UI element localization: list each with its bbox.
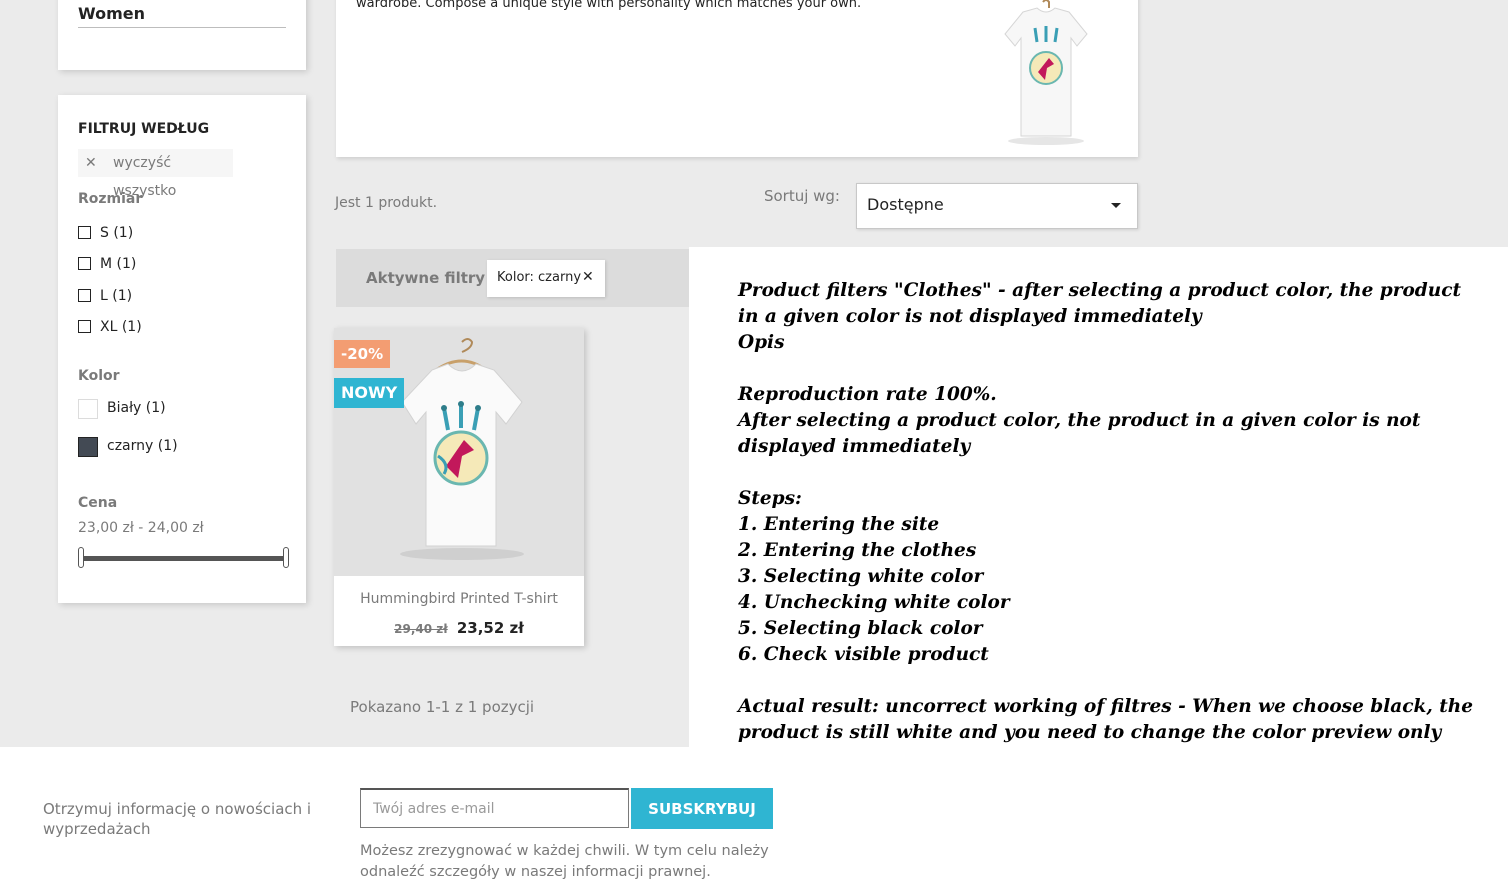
checkbox[interactable]	[78, 257, 91, 270]
category-banner: wardrobe. Compose a unique style with pe…	[336, 0, 1138, 157]
facet-title-color: Kolor	[78, 368, 120, 384]
clear-all-button[interactable]: ✕ wyczyść wszystko	[78, 149, 233, 199]
bug-report-text: Product filters "Clothes" - after select…	[738, 278, 1478, 772]
tshirt-image	[1004, 0, 1088, 145]
annotation-line: 1. Entering the site	[738, 514, 940, 535]
caret-down-icon	[1111, 203, 1121, 208]
filters-title: FILTRUJ WEDŁUG	[78, 121, 210, 137]
price-slider-handle-min[interactable]	[78, 547, 84, 568]
annotation-line: Reproduction rate 100%.	[738, 384, 997, 405]
regular-price: 29,40 zł	[394, 622, 448, 636]
active-filter-chip: Kolor: czarny ✕	[487, 260, 605, 297]
active-filters-label: Aktywne filtry	[366, 269, 486, 287]
checkbox[interactable]	[78, 320, 91, 333]
price-range-text: 23,00 zł - 24,00 zł	[78, 520, 204, 536]
newsletter-text: Otrzymuj informację o nowościach i wyprz…	[43, 800, 312, 838]
product-title[interactable]: Hummingbird Printed T-shirt	[334, 591, 584, 607]
sort-dropdown[interactable]: Dostępne	[856, 183, 1138, 229]
color-swatch-white[interactable]	[78, 399, 98, 419]
size-option-label: S (1)	[100, 225, 134, 241]
checkbox[interactable]	[78, 289, 91, 302]
annotation-line: 3. Selecting white color	[738, 566, 984, 587]
product-prices: 29,40 zł 23,52 zł	[334, 618, 584, 637]
price-slider-handle-max[interactable]	[283, 547, 289, 568]
sort-label: Sortuj wg:	[763, 187, 840, 205]
color-swatch-black[interactable]	[78, 437, 98, 457]
annotation-line: After selecting a product color, the pro…	[738, 410, 1421, 457]
active-filter-chip-label: Kolor: czarny	[497, 270, 582, 285]
pagination-summary: Pokazano 1-1 z 1 pozycji	[350, 698, 535, 716]
annotation-line: Product filters "Clothes" - after select…	[738, 280, 1461, 327]
size-option-label: L (1)	[100, 288, 133, 304]
annotation-line: 5. Selecting black color	[738, 618, 983, 639]
price: 23,52 zł	[456, 619, 524, 637]
sort-selected-value: Dostępne	[867, 195, 944, 214]
category-description: wardrobe. Compose a unique style with pe…	[356, 0, 862, 11]
annotation-line: 4. Unchecking white color	[738, 592, 1010, 613]
checkbox[interactable]	[78, 226, 91, 239]
size-option-label: XL (1)	[100, 319, 142, 335]
facet-title-size: Rozmiar	[78, 191, 143, 207]
newsletter-footer: Otrzymuj informację o nowościach i wyprz…	[0, 747, 1508, 895]
annotation-line: 2. Entering the clothes	[738, 540, 977, 561]
annotation-line: 6. Check visible product	[738, 644, 989, 665]
bug-report-annotation: Product filters "Clothes" - after select…	[689, 247, 1508, 777]
active-filters-bar: Aktywne filtry Kolor: czarny ✕	[336, 249, 689, 307]
close-icon[interactable]: ✕	[582, 269, 594, 285]
color-option-label: czarny (1)	[107, 438, 178, 454]
subscribe-button[interactable]: SUBSKRYBUJ	[631, 788, 773, 829]
new-badge: NOWY	[334, 378, 405, 408]
color-option-label: Biały (1)	[107, 400, 166, 416]
category-link-women[interactable]: Women	[78, 4, 145, 23]
product-card[interactable]: -20% NOWY Hummingbird Printed T-shirt 29…	[334, 328, 584, 646]
price-slider[interactable]	[78, 547, 289, 568]
discount-badge: -20%	[334, 340, 391, 368]
product-count: Jest 1 produkt.	[335, 195, 438, 211]
facets-panel: FILTRUJ WEDŁUG ✕ wyczyść wszystko Rozmia…	[58, 95, 306, 603]
email-field[interactable]	[360, 788, 629, 828]
annotation-line: Opis	[738, 332, 785, 353]
category-block: Women	[58, 0, 306, 70]
price-slider-range	[80, 556, 288, 561]
legal-notice: Możesz zrezygnować w każdej chwili. W ty…	[360, 843, 769, 880]
size-option-label: M (1)	[100, 256, 137, 272]
annotation-line: Steps:	[738, 488, 802, 509]
divider	[78, 27, 286, 28]
facet-title-price: Cena	[78, 495, 118, 511]
close-icon: ✕	[85, 155, 97, 171]
